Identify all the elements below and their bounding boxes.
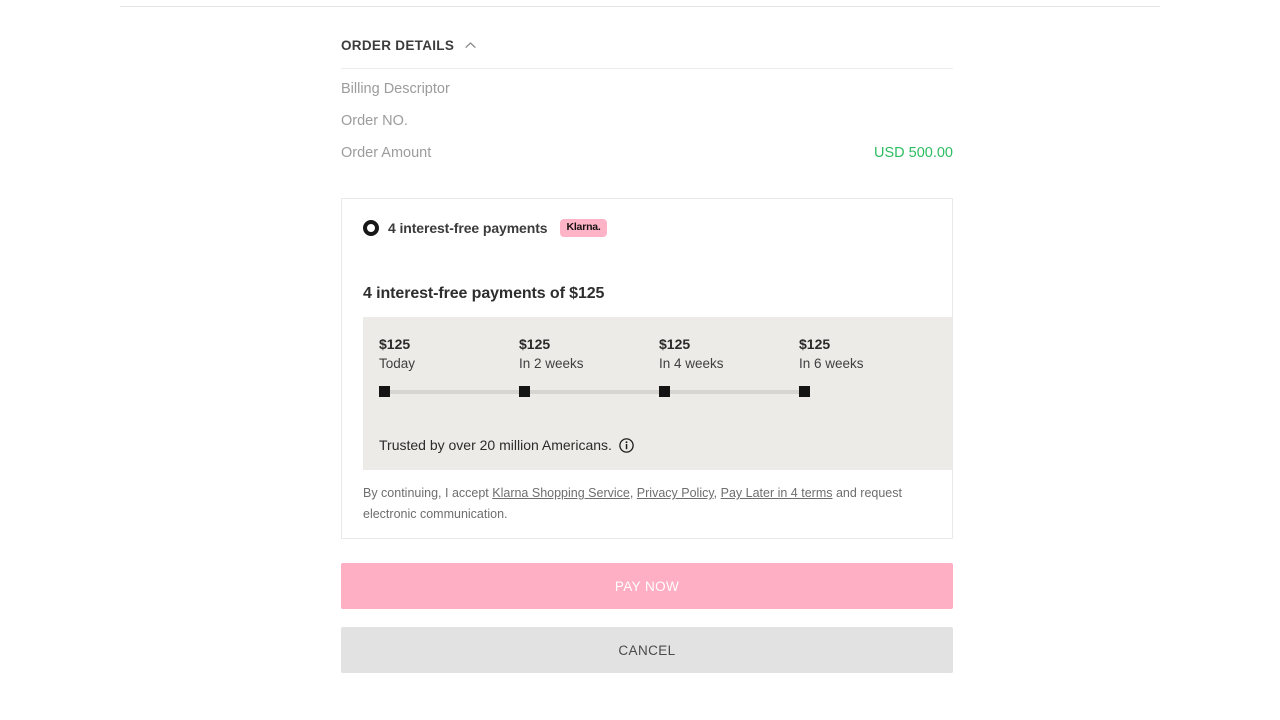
- legal-separator-1: ,: [629, 486, 637, 500]
- payment-option-klarna[interactable]: 4 interest-free payments Klarna.: [354, 215, 940, 241]
- table-row: Order Amount USD 500.00: [341, 145, 953, 177]
- link-pay-later-in-4-terms[interactable]: Pay Later in 4 terms: [721, 486, 833, 500]
- payment-method-card: 4 interest-free payments Klarna. 4 inter…: [341, 198, 953, 540]
- page-title: ORDER DETAILS: [341, 38, 455, 54]
- installment-amount: $125: [659, 336, 691, 352]
- order-amount-label: Order Amount: [341, 145, 432, 161]
- cancel-button[interactable]: CANCEL: [341, 627, 953, 674]
- chevron-up-icon[interactable]: [464, 39, 477, 52]
- trust-message: Trusted by over 20 million Americans.: [379, 437, 634, 453]
- order-details-header[interactable]: ORDER DETAILS: [341, 34, 953, 58]
- payment-marker: [659, 385, 670, 397]
- payment-marker: [379, 385, 390, 397]
- klarna-logo-badge: Klarna.: [560, 219, 607, 237]
- order-amount-value: USD 500.00: [874, 145, 953, 161]
- info-circle-icon[interactable]: [619, 437, 634, 453]
- installment-schedule-panel: $125 Today $125 In 2 weeks $125 In 4 wee…: [363, 317, 952, 470]
- list-item: $125 Today: [379, 334, 519, 375]
- payment-marker: [519, 385, 530, 397]
- action-buttons: PAY NOW CANCEL: [341, 563, 953, 674]
- payment-option-label: 4 interest-free payments: [388, 220, 548, 236]
- installment-progress-track: [379, 385, 810, 398]
- legal-separator-2: ,: [713, 486, 721, 500]
- table-row: Order NO.: [341, 113, 953, 145]
- order-no-label: Order NO.: [341, 113, 408, 129]
- installment-amount: $125: [519, 336, 551, 352]
- section-divider: [341, 68, 953, 69]
- billing-descriptor-label: Billing Descriptor: [341, 81, 450, 97]
- list-item: $125 In 6 weeks: [799, 334, 939, 375]
- installment-list: $125 Today $125 In 2 weeks $125 In 4 wee…: [379, 334, 936, 375]
- installment-due: In 2 weeks: [519, 356, 584, 372]
- installment-amount: $125: [799, 336, 831, 352]
- pay-now-button[interactable]: PAY NOW: [341, 563, 953, 610]
- list-item: $125 In 2 weeks: [519, 334, 659, 375]
- list-item: $125 In 4 weeks: [659, 334, 799, 375]
- installment-due: Today: [379, 356, 416, 372]
- checkout-content: ORDER DETAILS Billing Descriptor Order N…: [341, 34, 953, 674]
- legal-consent-text: By continuing, I accept Klarna Shopping …: [363, 483, 943, 524]
- table-row: Billing Descriptor: [341, 81, 953, 113]
- progress-track-line: [383, 389, 807, 394]
- trust-message-text: Trusted by over 20 million Americans.: [379, 437, 612, 453]
- radio-button-selected[interactable]: [363, 220, 379, 236]
- page-top-divider: [120, 6, 1160, 7]
- checkout-page: ORDER DETAILS Billing Descriptor Order N…: [0, 0, 1280, 720]
- link-privacy-policy[interactable]: Privacy Policy: [637, 486, 714, 500]
- legal-prefix: By continuing, I accept: [363, 486, 493, 500]
- installment-plan-heading: 4 interest-free payments of $125: [363, 285, 605, 302]
- payment-marker: [799, 385, 810, 397]
- installment-due: In 6 weeks: [799, 356, 864, 372]
- link-klarna-shopping-service[interactable]: Klarna Shopping Service: [492, 486, 630, 500]
- installment-amount: $125: [379, 336, 411, 352]
- installment-due: In 4 weeks: [659, 356, 724, 372]
- order-details-list: Billing Descriptor Order NO. Order Amoun…: [341, 81, 953, 177]
